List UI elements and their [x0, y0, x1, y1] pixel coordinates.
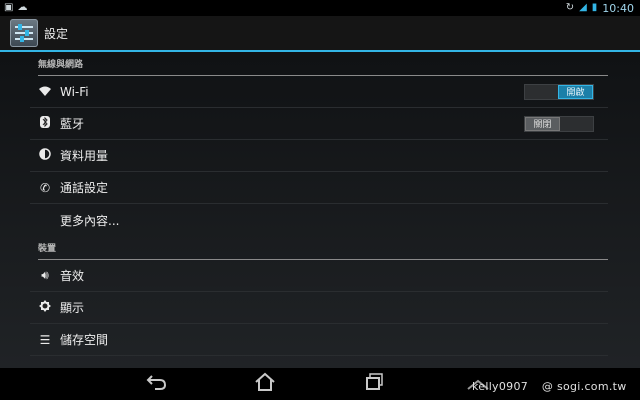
settings-item-label: 更多內容...: [60, 213, 120, 228]
speaker-icon: 🔊︎: [41, 268, 49, 282]
wifi-signal-icon: ◢: [579, 2, 587, 13]
screenshot-notification-icon: ▣: [4, 2, 14, 13]
sync-icon: ↻: [565, 2, 575, 13]
settings-item-display[interactable]: 顯示: [30, 292, 608, 324]
status-bar: ▣ ☁ ↻ ◢ ▮ 10:40: [0, 0, 640, 16]
wifi-toggle-state: 開啟: [558, 84, 593, 99]
settings-app-icon[interactable]: [10, 19, 38, 47]
recent-apps-button[interactable]: [364, 372, 386, 399]
settings-item-data-usage[interactable]: 資料用量: [30, 140, 608, 172]
page-title: 設定: [44, 26, 69, 41]
phone-icon: ✆: [39, 180, 51, 195]
section-header-wireless: 無線與網路: [38, 54, 608, 76]
settings-item-label: 音效: [60, 269, 85, 283]
section-header-device: 裝置: [38, 238, 608, 260]
settings-item-label: 儲存空間: [60, 333, 109, 347]
bluetooth-toggle-state: 關閉: [525, 116, 560, 131]
settings-item-label: 顯示: [60, 301, 85, 315]
watermark-site: @ sogi.com.tw: [541, 380, 627, 393]
watermark-user: kelly0907: [472, 380, 529, 393]
data-usage-icon: [30, 148, 60, 163]
system-status-area: ↻ ◢ ▮ 10:40: [566, 0, 640, 16]
back-button[interactable]: [146, 372, 168, 399]
action-bar: 設定: [0, 16, 640, 52]
settings-item-label: 通話設定: [60, 181, 109, 195]
settings-item-more[interactable]: 更多內容...: [30, 204, 608, 236]
battery-icon: ▮: [591, 2, 598, 13]
settings-item-wifi[interactable]: Wi-Fi 開啟: [30, 76, 608, 108]
clock: 10:40: [602, 1, 634, 15]
wifi-icon: [30, 85, 60, 99]
watermark: kelly0907 @ sogi.com.tw: [472, 380, 627, 393]
bluetooth-icon: [30, 116, 60, 131]
settings-item-label: 藍牙: [60, 117, 85, 131]
settings-item-call-settings[interactable]: ✆ 通話設定: [30, 172, 608, 204]
settings-item-bluetooth[interactable]: 藍牙 關閉: [30, 108, 608, 140]
bluetooth-toggle[interactable]: 關閉: [524, 115, 594, 132]
wifi-toggle[interactable]: 開啟: [524, 83, 594, 100]
settings-item-storage[interactable]: ☰ 儲存空間: [30, 324, 608, 356]
settings-item-sound[interactable]: 🔊︎ 音效: [30, 260, 608, 292]
home-button[interactable]: [254, 372, 276, 399]
notification-area: ▣ ☁: [0, 0, 27, 16]
settings-item-label: Wi-Fi: [60, 84, 89, 99]
android-notification-icon: ☁: [17, 2, 28, 13]
storage-icon: ☰: [39, 332, 51, 347]
settings-item-label: 資料用量: [60, 149, 109, 163]
brightness-icon: [30, 300, 60, 315]
settings-list: 無線與網路 Wi-Fi 開啟 藍牙 關閉 資料用量 ✆ 通話設定 更多內容...…: [0, 52, 640, 368]
